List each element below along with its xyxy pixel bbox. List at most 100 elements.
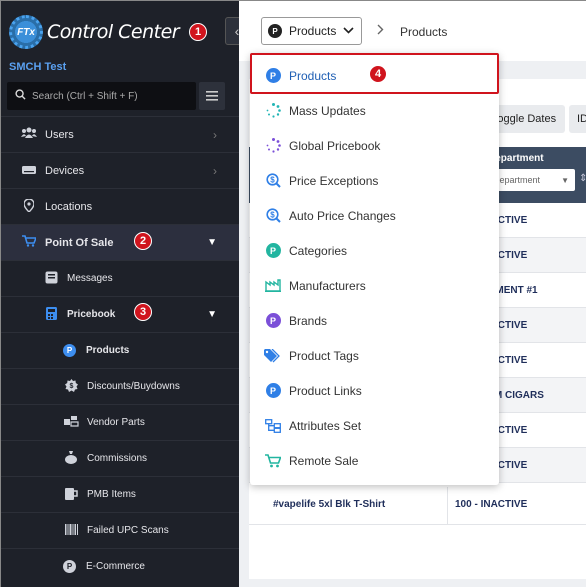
menu-item-product-tags[interactable]: Product Tags bbox=[250, 338, 499, 373]
sidebar-item-label: Pricebook bbox=[67, 309, 116, 320]
module-dropdown-label: Products bbox=[289, 24, 337, 38]
categories-icon: P bbox=[265, 243, 281, 258]
menu-item-label: Global Pricebook bbox=[289, 138, 381, 153]
menu-item-auto-price-changes[interactable]: $ Auto Price Changes bbox=[250, 198, 499, 233]
sidebar-item-point-of-sale[interactable]: Point Of Sale ▼ bbox=[1, 224, 239, 260]
search-input[interactable] bbox=[32, 90, 192, 102]
dollar-search-icon: $ bbox=[264, 172, 282, 190]
calculator-icon bbox=[43, 306, 59, 323]
dollar-search-icon: $ bbox=[264, 207, 282, 225]
module-dropdown-menu: P Products Mass Updates Global Pricebook… bbox=[250, 53, 499, 485]
sidebar-item-failed-upc-scans[interactable]: Failed UPC Scans bbox=[1, 512, 239, 548]
department-filter-value: Department bbox=[493, 175, 541, 185]
sidebar-item-label: Users bbox=[45, 128, 74, 141]
menu-item-label: Attributes Set bbox=[289, 418, 362, 433]
spinner-icon bbox=[264, 102, 282, 120]
cart-icon bbox=[21, 235, 38, 250]
sidebar-item-label: Discounts/Buydowns bbox=[87, 381, 180, 392]
sidebar-item-devices[interactable]: Devices › bbox=[1, 152, 239, 188]
sidebar-item-label: Vendor Parts bbox=[87, 417, 145, 428]
sidebar-item-label: Commissions bbox=[87, 453, 148, 464]
sidebar-item-e-commerce[interactable]: P E-Commerce bbox=[1, 548, 239, 584]
ecommerce-icon: P bbox=[63, 560, 76, 573]
menu-item-remote-sale[interactable]: Remote Sale bbox=[250, 443, 499, 478]
breadcrumb[interactable]: Products bbox=[400, 25, 447, 39]
menu-item-product-links[interactable]: P Product Links bbox=[250, 373, 499, 408]
menu-item-label: Product Tags bbox=[289, 348, 359, 363]
chevron-right-icon: › bbox=[213, 163, 217, 178]
menu-item-label: Manufacturers bbox=[289, 278, 366, 293]
sidebar-item-commissions[interactable]: Commissions bbox=[1, 440, 239, 476]
step-badge-2: 2 bbox=[134, 232, 152, 250]
logo-gear-icon: FTx bbox=[9, 15, 43, 49]
links-icon: P bbox=[265, 383, 281, 398]
brands-icon: P bbox=[265, 313, 281, 328]
menu-item-price-exceptions[interactable]: $ Price Exceptions bbox=[250, 163, 499, 198]
menu-item-categories[interactable]: P Categories bbox=[250, 233, 499, 268]
table-row[interactable]: #vapelife 5xl Blk T-Shirt 100 - INACTIVE bbox=[249, 487, 586, 525]
chevron-right-icon bbox=[377, 24, 384, 38]
svg-text:$: $ bbox=[270, 211, 275, 220]
devices-icon bbox=[21, 164, 37, 178]
search-box[interactable] bbox=[7, 82, 196, 110]
sidebar-item-label: PMB Items bbox=[87, 489, 136, 500]
chevron-down-icon bbox=[343, 25, 354, 37]
logo-badge-text: FTx bbox=[17, 26, 35, 38]
department-cell: 100 - INACTIVE bbox=[455, 499, 528, 510]
sidebar-item-discounts[interactable]: $ Discounts/Buydowns bbox=[1, 368, 239, 404]
svg-text:$: $ bbox=[270, 176, 275, 185]
sidebar-item-label: Locations bbox=[45, 200, 93, 213]
discount-icon: $ bbox=[63, 378, 79, 395]
sidebar-item-vendor-parts[interactable]: Vendor Parts bbox=[1, 404, 239, 440]
users-icon bbox=[21, 127, 37, 142]
pmb-icon bbox=[63, 487, 79, 503]
chevron-down-icon: ▼ bbox=[207, 237, 217, 248]
menu-item-brands[interactable]: P Brands bbox=[250, 303, 499, 338]
sidebar-item-label: Products bbox=[86, 345, 130, 356]
menu-item-manufacturers[interactable]: Manufacturers bbox=[250, 268, 499, 303]
app-logo[interactable]: FTx Control Center bbox=[9, 15, 180, 49]
id-button[interactable]: ID bbox=[569, 105, 586, 133]
store-name[interactable]: SMCH Test bbox=[9, 61, 66, 73]
sidebar-item-users[interactable]: Users › bbox=[1, 116, 239, 152]
sidebar-item-locations[interactable]: Locations bbox=[1, 188, 239, 224]
menu-item-label: Brands bbox=[289, 313, 328, 328]
hamburger-icon bbox=[206, 91, 218, 101]
hamburger-menu-button[interactable] bbox=[199, 82, 225, 110]
department-filter-select[interactable]: Department ▼ bbox=[489, 169, 575, 191]
products-icon: P bbox=[63, 344, 76, 357]
search-icon bbox=[15, 89, 26, 103]
step-badge-4: 4 bbox=[369, 65, 387, 83]
menu-item-global-pricebook[interactable]: Global Pricebook bbox=[250, 128, 499, 163]
sidebar-item-label: Point Of Sale bbox=[45, 236, 114, 249]
products-icon: P bbox=[268, 24, 282, 38]
attributes-icon bbox=[264, 417, 282, 435]
menu-item-label: Product Links bbox=[289, 383, 362, 398]
menu-item-label: Categories bbox=[289, 243, 348, 258]
factory-icon bbox=[264, 277, 282, 295]
step-badge-3: 3 bbox=[134, 303, 152, 321]
cart-icon bbox=[264, 452, 282, 470]
menu-item-label: Auto Price Changes bbox=[289, 208, 396, 223]
sidebar: FTx Control Center 1 SMCH Test Users › D… bbox=[1, 1, 239, 587]
sidebar-item-products[interactable]: P Products bbox=[1, 332, 239, 368]
sidebar-item-messages[interactable]: Messages bbox=[1, 260, 239, 296]
sidebar-item-pmb-items[interactable]: PMB Items bbox=[1, 476, 239, 512]
vendor-icon bbox=[63, 415, 79, 430]
sidebar-item-pricebook[interactable]: Pricebook ▼ bbox=[1, 296, 239, 332]
sort-icon[interactable]: ⇕ bbox=[579, 173, 586, 184]
product-name-cell: #vapelife 5xl Blk T-Shirt bbox=[273, 499, 386, 510]
menu-item-mass-updates[interactable]: Mass Updates bbox=[250, 93, 499, 128]
sidebar-item-label: Messages bbox=[67, 273, 113, 284]
messages-icon bbox=[43, 271, 59, 287]
menu-item-label: Mass Updates bbox=[289, 103, 366, 118]
chevron-right-icon: › bbox=[213, 127, 217, 142]
step-badge-1: 1 bbox=[189, 23, 207, 41]
module-dropdown[interactable]: P Products bbox=[261, 17, 362, 45]
money-bag-icon bbox=[63, 450, 79, 467]
menu-item-attributes-set[interactable]: Attributes Set bbox=[250, 408, 499, 443]
svg-text:$: $ bbox=[69, 383, 73, 390]
sidebar-item-label: Failed UPC Scans bbox=[87, 525, 169, 536]
app-title: Control Center bbox=[47, 21, 180, 43]
caret-down-icon: ▼ bbox=[561, 175, 569, 185]
